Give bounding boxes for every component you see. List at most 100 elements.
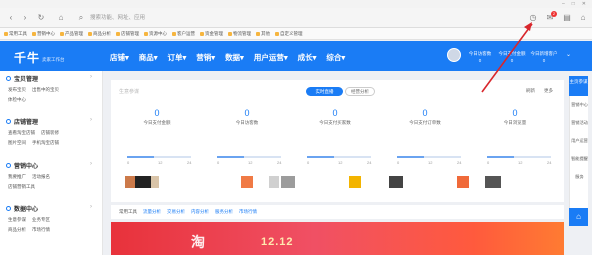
sidebar-group: 宝贝管理 › 发布宝贝 出售中的宝贝 体检中心 — [6, 74, 98, 103]
sidebar-group-title[interactable]: 数据中心 — [6, 204, 98, 213]
bell-icon[interactable]: ⌂ — [578, 13, 588, 23]
address-bar[interactable]: 搜索功能、网址、应用 — [90, 12, 530, 24]
metric-card[interactable]: 0 今日支付买家数 — [293, 108, 377, 126]
subtab[interactable]: 常用工具 — [119, 209, 137, 215]
nav-item[interactable]: 营销▾ — [196, 52, 215, 63]
rail-item[interactable]: 智能提醒 — [571, 156, 588, 161]
bookmark-label: 资源中心 — [149, 30, 167, 36]
timeline: 0 12 24 — [307, 156, 371, 166]
sidebar-link[interactable]: 发布宝贝 — [8, 87, 26, 93]
bookmark-item[interactable]: 商品分析 — [88, 31, 111, 37]
chevron-right-icon[interactable]: › — [90, 74, 92, 80]
sidebar-link[interactable]: 业务专区 — [32, 217, 50, 223]
nav-item[interactable]: 综合▾ — [326, 52, 345, 63]
metric-card[interactable]: 0 今日支付金额 — [115, 108, 199, 126]
rail-item[interactable]: 营销中心 — [571, 102, 588, 107]
bookmark-item[interactable]: 资源中心 — [144, 31, 167, 37]
chevron-right-icon[interactable]: › — [90, 204, 92, 210]
bookmark-item[interactable]: 物流管理 — [228, 31, 251, 37]
sidebar-link[interactable]: 我要推广 — [8, 174, 26, 180]
tab-realtime[interactable]: 实时直播 — [306, 87, 343, 96]
sidebar-group: 营销中心 › 我要推广 活动报名店铺营销工具 — [6, 161, 98, 190]
nav-item[interactable]: 数据▾ — [225, 52, 244, 63]
metric-label: 今日支付金额 — [143, 120, 171, 125]
sidebar-link[interactable]: 店铺营销工具 — [8, 184, 35, 190]
right-rail: 营销中心营销活动用户运营智能提醒服务 — [569, 76, 588, 226]
subtab[interactable]: 服务分析 — [215, 209, 233, 215]
metric-card[interactable]: 0 今日访客数 — [205, 108, 289, 126]
nav-item[interactable]: 成长▾ — [298, 52, 317, 63]
sidebar-group-title[interactable]: 店铺管理 — [6, 117, 98, 126]
sidebar-group-title[interactable]: 宝贝管理 — [6, 74, 98, 83]
folder-icon — [200, 31, 204, 36]
back-icon[interactable]: ‹ — [6, 13, 16, 23]
bookmark-label: 常用工具 — [9, 30, 27, 36]
home-icon[interactable]: ⌂ — [56, 13, 66, 23]
timeline-progress — [217, 156, 244, 158]
nav-item[interactable]: 商品▾ — [139, 52, 158, 63]
sidebar-link[interactable]: 体检中心 — [8, 97, 26, 103]
logo[interactable]: 千牛 — [14, 49, 40, 66]
subtab[interactable]: 交易分析 — [167, 209, 185, 215]
tab-analysis[interactable]: 经营分析 — [345, 87, 375, 96]
subtab[interactable]: 内容分析 — [191, 209, 209, 215]
rail-item[interactable]: 用户运营 — [571, 138, 588, 143]
nav-item[interactable]: 用户运营▾ — [254, 52, 288, 63]
bookmark-item[interactable]: 店铺管理 — [116, 31, 139, 37]
blurred-image — [125, 176, 135, 188]
bookmark-item[interactable]: 营销中心 — [32, 31, 55, 37]
nav-item[interactable]: 订单▾ — [168, 52, 187, 63]
bookmark-item[interactable]: 产品管理 — [60, 31, 83, 37]
rail-home-icon[interactable]: ⌂ — [569, 208, 588, 226]
bookmark-item[interactable]: 客户运营 — [172, 31, 195, 37]
bookmark-item[interactable]: 常用工具 — [4, 31, 27, 37]
bookmark-label: 物流管理 — [233, 30, 251, 36]
promo-banner[interactable]: 淘 12.12 — [111, 222, 564, 255]
rail-item[interactable]: 服务 — [571, 174, 588, 179]
sidebar-link[interactable]: 生意参谋 — [8, 217, 26, 223]
chevron-right-icon[interactable]: › — [90, 161, 92, 167]
folder-icon — [4, 31, 8, 36]
chevron-right-icon[interactable]: › — [90, 117, 92, 123]
bookmark-item[interactable]: 自定义管理 — [275, 31, 303, 37]
timeline-tick: 24 — [457, 160, 462, 165]
bookmark-item[interactable]: 其他 — [256, 31, 270, 37]
subtab[interactable]: 流量分析 — [143, 209, 161, 215]
timeline-tick: 12 — [428, 160, 433, 165]
maximize-icon[interactable]: □ — [572, 1, 575, 7]
refresh-icon[interactable]: ↻ — [36, 13, 46, 23]
minimize-icon[interactable]: – — [562, 1, 565, 7]
close-icon[interactable]: ✕ — [582, 1, 586, 7]
metric-card[interactable]: 0 今日浏览量 — [473, 108, 557, 126]
settings-icon[interactable]: ▤ — [562, 13, 572, 23]
subtab[interactable]: 市场行情 — [239, 209, 257, 215]
chevron-down-icon[interactable]: ⌄ — [566, 51, 571, 58]
sidebar-link[interactable]: 出售中的宝贝 — [32, 87, 59, 93]
rail-home[interactable]: 主页参谋 — [569, 76, 588, 96]
sidebar-link[interactable]: 市场行情 — [32, 227, 50, 233]
arrow-head — [524, 22, 532, 31]
sidebar-link[interactable]: 商品分析 — [8, 227, 26, 233]
blurred-image — [349, 176, 361, 188]
nav-item[interactable]: 店铺▾ — [110, 52, 129, 63]
sidebar-link[interactable]: 活动报名 — [32, 174, 50, 180]
sidebar-group: 数据中心 › 生意参谋 业务专区 商品分析 市场行情 — [6, 204, 98, 233]
avatar[interactable] — [447, 48, 461, 62]
timeline-progress — [127, 156, 154, 158]
forward-icon[interactable]: › — [20, 13, 30, 23]
window-controls[interactable]: – □ ✕ — [562, 1, 586, 7]
timeline-tick: 12 — [518, 160, 523, 165]
metric-card[interactable]: 0 今日支付订单数 — [383, 108, 467, 126]
bookmark-item[interactable]: 资金管理 — [200, 31, 223, 37]
more-link[interactable]: 更多 — [544, 88, 553, 94]
rail-item[interactable]: 营销活动 — [571, 120, 588, 125]
blurred-image — [485, 176, 501, 188]
sidebar-link[interactable]: 查看淘宝店铺 — [8, 130, 35, 136]
browser-titlebar: – □ ✕ — [0, 0, 592, 8]
sidebar-link[interactable]: 图片空间 — [8, 140, 26, 146]
metric-value: 0 — [422, 108, 428, 118]
sidebar-link[interactable]: 店铺装修 — [41, 130, 59, 136]
sidebar-link[interactable]: 手机淘宝店铺 — [32, 140, 59, 146]
sidebar-group-title[interactable]: 营销中心 — [6, 161, 98, 170]
timeline-progress — [307, 156, 334, 158]
